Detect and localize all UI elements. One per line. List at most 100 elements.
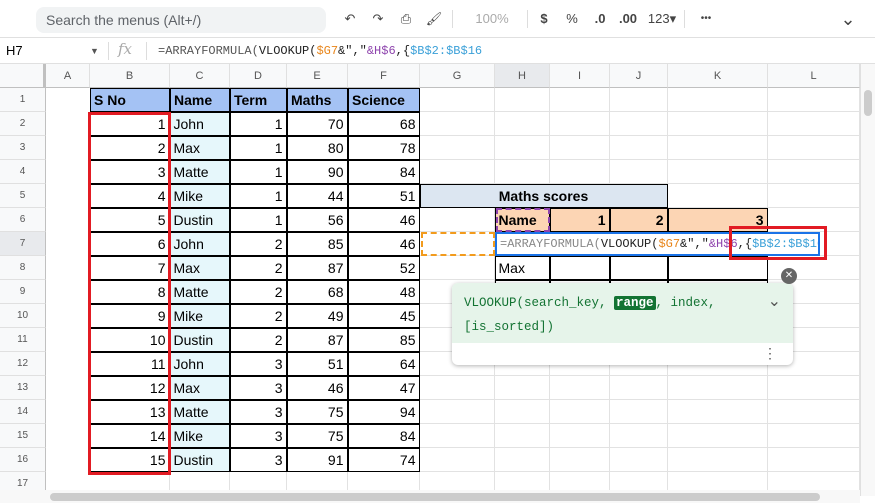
cell[interactable] — [610, 88, 668, 112]
data-cell[interactable]: 85 — [347, 327, 420, 352]
data-cell[interactable]: 2 — [229, 231, 287, 256]
cell[interactable] — [550, 88, 610, 112]
data-cell[interactable]: 1 — [229, 159, 287, 184]
cell[interactable] — [550, 376, 610, 400]
cell[interactable] — [550, 136, 610, 160]
cell[interactable] — [495, 88, 550, 112]
score-cell[interactable] — [609, 255, 668, 280]
cell[interactable] — [768, 400, 860, 424]
cell[interactable] — [420, 424, 495, 448]
data-cell[interactable]: 44 — [286, 183, 348, 208]
data-cell[interactable]: 3 — [229, 423, 287, 448]
cell[interactable] — [550, 400, 610, 424]
cell[interactable] — [495, 112, 550, 136]
cell[interactable] — [420, 136, 495, 160]
data-cell[interactable]: 91 — [286, 447, 348, 472]
cell[interactable] — [768, 160, 860, 184]
column-header-L[interactable]: L — [768, 64, 860, 88]
name-box[interactable]: H7 ▼ — [6, 38, 100, 64]
row-header-4[interactable]: 4 — [0, 160, 46, 184]
cell[interactable] — [668, 376, 768, 400]
name-cell[interactable]: Max — [169, 375, 230, 400]
cell[interactable] — [668, 112, 768, 136]
row-header-3[interactable]: 3 — [0, 136, 46, 160]
data-cell[interactable]: 51 — [286, 351, 348, 376]
data-cell[interactable]: 9 — [89, 303, 170, 328]
data-cell[interactable]: 11 — [89, 351, 170, 376]
column-header-F[interactable]: F — [348, 64, 420, 88]
column-header-H[interactable]: H — [495, 64, 550, 88]
column-header-J[interactable]: J — [610, 64, 668, 88]
data-cell[interactable]: 3 — [89, 159, 170, 184]
data-cell[interactable]: 84 — [347, 159, 420, 184]
formula-input[interactable]: =ARRAYFORMULA(VLOOKUP($G7&","&H$6,{$B$2:… — [158, 38, 482, 64]
sheet-grid[interactable]: A B C D E F G H I J K L 1 2 3 4 5 6 7 8 9 10 11 12 13 14 15 16 17 S N… — [0, 64, 860, 496]
cell[interactable] — [420, 376, 495, 400]
row-header-1[interactable]: 1 — [0, 88, 46, 112]
row-header-8[interactable]: 8 — [0, 256, 46, 280]
cell[interactable] — [420, 160, 495, 184]
name-cell[interactable]: Mike — [169, 183, 230, 208]
column-header-I[interactable]: I — [550, 64, 610, 88]
cell[interactable] — [668, 184, 768, 208]
close-icon[interactable]: ✕ — [781, 268, 797, 284]
row-header-10[interactable]: 10 — [0, 304, 46, 328]
name-cell[interactable]: Max — [169, 255, 230, 280]
data-cell[interactable]: 45 — [347, 303, 420, 328]
term-header[interactable]: 3 — [667, 207, 768, 232]
cell[interactable] — [495, 376, 550, 400]
corner[interactable] — [0, 64, 46, 88]
caret-down-icon[interactable]: ▼ — [90, 38, 99, 64]
more-formats-button[interactable]: 123▾ — [644, 9, 680, 29]
data-cell[interactable]: 87 — [286, 327, 348, 352]
cell[interactable] — [495, 448, 550, 472]
name-cell[interactable]: Mike — [169, 423, 230, 448]
name-cell[interactable]: Dustin — [169, 327, 230, 352]
menu-icon[interactable]: ⋮ — [763, 345, 777, 362]
column-header-G[interactable]: G — [420, 64, 495, 88]
cell[interactable] — [668, 448, 768, 472]
data-cell[interactable]: 80 — [286, 135, 348, 160]
cell[interactable] — [420, 448, 495, 472]
cell[interactable] — [768, 448, 860, 472]
header-cell[interactable]: S No — [90, 88, 170, 112]
column-header-B[interactable]: B — [90, 64, 170, 88]
name-cell[interactable]: Mike — [169, 303, 230, 328]
vertical-scrollbar[interactable] — [860, 64, 875, 496]
data-cell[interactable]: 68 — [347, 111, 420, 136]
currency-button[interactable]: $ — [536, 9, 552, 29]
cell[interactable] — [420, 232, 495, 256]
header-cell[interactable]: Maths — [287, 88, 348, 112]
scroll-thumb[interactable] — [50, 493, 820, 501]
data-cell[interactable]: 8 — [89, 279, 170, 304]
header-cell[interactable]: Science — [348, 88, 420, 112]
data-cell[interactable]: 1 — [229, 135, 287, 160]
row-header-5[interactable]: 5 — [0, 184, 46, 208]
cell[interactable] — [668, 88, 768, 112]
data-cell[interactable]: 2 — [229, 279, 287, 304]
data-cell[interactable]: 48 — [347, 279, 420, 304]
name-cell[interactable]: Matte — [169, 279, 230, 304]
cell[interactable] — [550, 112, 610, 136]
row-header-7[interactable]: 7 — [0, 232, 46, 256]
data-cell[interactable]: 3 — [229, 375, 287, 400]
cell[interactable] — [768, 208, 860, 232]
cell[interactable] — [420, 208, 495, 232]
cell-editor[interactable]: =ARRAYFORMULA(VLOOKUP($G7&","&H$6,{$B$2:… — [495, 232, 820, 256]
cell[interactable] — [495, 160, 550, 184]
name-cell[interactable]: John — [169, 231, 230, 256]
row-header-14[interactable]: 14 — [0, 400, 46, 424]
row-header-6[interactable]: 6 — [0, 208, 46, 232]
redo-icon[interactable]: ↷ — [368, 9, 388, 29]
cell[interactable] — [550, 160, 610, 184]
score-cell[interactable] — [549, 255, 610, 280]
data-cell[interactable]: 3 — [229, 351, 287, 376]
data-cell[interactable]: 68 — [286, 279, 348, 304]
name-cell[interactable]: Dustin — [169, 447, 230, 472]
name-cell[interactable]: John — [169, 111, 230, 136]
data-cell[interactable]: 94 — [347, 399, 420, 424]
data-cell[interactable]: 46 — [347, 207, 420, 232]
data-cell[interactable]: 1 — [89, 111, 170, 136]
score-cell[interactable] — [667, 255, 768, 280]
cell[interactable] — [420, 112, 495, 136]
